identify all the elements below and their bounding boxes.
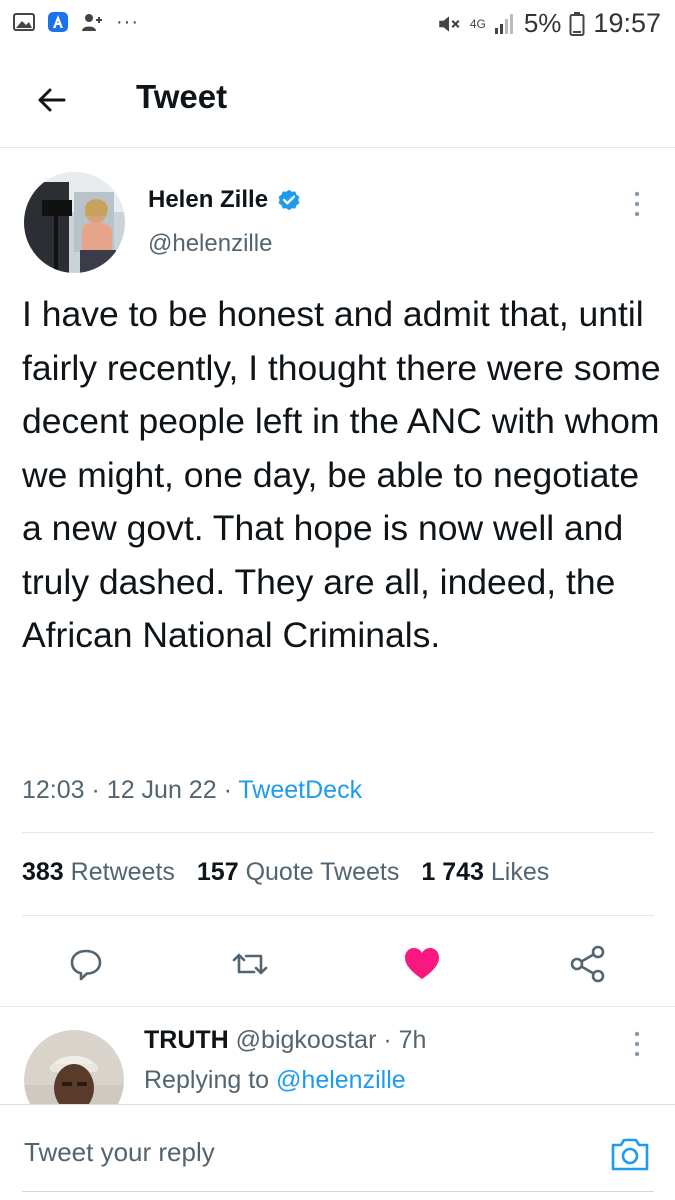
system-indicators: 4G 5% 19:57 (436, 8, 661, 39)
reply-author-name[interactable]: TRUTH (144, 1026, 229, 1054)
like-heart-icon[interactable] (402, 944, 442, 984)
quotes-label: Quote Tweets (245, 858, 400, 886)
meta-separator: · (91, 776, 107, 804)
author-name-text: Helen Zille (148, 186, 269, 213)
app-notification-icon (48, 12, 68, 32)
retweets-label: Retweets (70, 858, 175, 886)
app-header: Tweet (0, 60, 675, 148)
author-handle[interactable]: @helenzille (148, 230, 272, 258)
tweet-text: I have to be honest and admit that, unti… (22, 294, 661, 655)
avatar-image (24, 172, 125, 273)
camera-icon[interactable] (609, 1133, 651, 1175)
network-type: 4G (470, 18, 486, 30)
verified-badge-icon (278, 189, 300, 211)
divider (22, 832, 654, 833)
network-label: 4G (469, 16, 486, 31)
battery-icon (569, 11, 585, 36)
replying-to-label: Replying to (144, 1066, 270, 1094)
battery-percent: 5% (523, 8, 562, 38)
share-icon[interactable] (568, 944, 608, 984)
tweet-time: 12:03 (22, 776, 85, 804)
tweet-meta: 12:03 · 12 Jun 22 · TweetDeck (22, 776, 362, 805)
tweet-date: 12 Jun 22 (106, 776, 217, 804)
mute-icon (439, 15, 460, 32)
likes-stat[interactable]: 1 743 Likes (421, 858, 549, 887)
retweets-stat[interactable]: 383 Retweets (22, 858, 175, 887)
reply-header: TRUTH @bigkoostar · 7h (144, 1026, 426, 1055)
more-notifications-icon: ··· (116, 10, 139, 33)
reply-compose-bar: Tweet your reply (0, 1104, 675, 1200)
retweets-count: 383 (22, 858, 64, 886)
meta-separator: · (223, 776, 239, 804)
clock: 19:57 (593, 8, 661, 38)
replying-to: Replying to @helenzille (144, 1066, 406, 1095)
signal-icon (494, 13, 513, 34)
tweet-stats: 383 Retweets 157 Quote Tweets 1 743 Like… (22, 858, 549, 887)
page-title: Tweet (136, 78, 228, 115)
arrow-left-icon[interactable] (32, 80, 72, 120)
replying-to-mention[interactable]: @helenzille (276, 1066, 406, 1094)
author-name[interactable]: Helen Zille (148, 186, 302, 214)
more-vertical-icon[interactable] (629, 188, 645, 220)
status-bar: ··· 4G 5% 19:57 (0, 0, 675, 46)
tweet-actions (0, 936, 675, 992)
meta-separator: · (383, 1026, 399, 1054)
reply-age: 7h (398, 1026, 427, 1054)
reply-icon[interactable] (66, 944, 106, 984)
likes-label: Likes (490, 858, 550, 886)
author-avatar[interactable] (24, 172, 125, 273)
add-contact-icon (82, 14, 102, 31)
likes-count: 1 743 (421, 858, 484, 886)
more-vertical-icon[interactable] (629, 1028, 645, 1060)
divider (22, 915, 654, 916)
quote-tweets-stat[interactable]: 157 Quote Tweets (197, 858, 399, 887)
notification-icons: ··· (12, 10, 139, 34)
gallery-icon (13, 13, 35, 31)
section-divider (0, 1006, 675, 1007)
reply-author-handle[interactable]: @bigkoostar (236, 1026, 377, 1054)
quotes-count: 157 (196, 858, 239, 886)
retweet-icon[interactable] (230, 944, 270, 984)
reply-input[interactable]: Tweet your reply (24, 1137, 215, 1168)
compose-underline (22, 1191, 654, 1192)
tweet-source-link[interactable]: TweetDeck (238, 776, 362, 804)
